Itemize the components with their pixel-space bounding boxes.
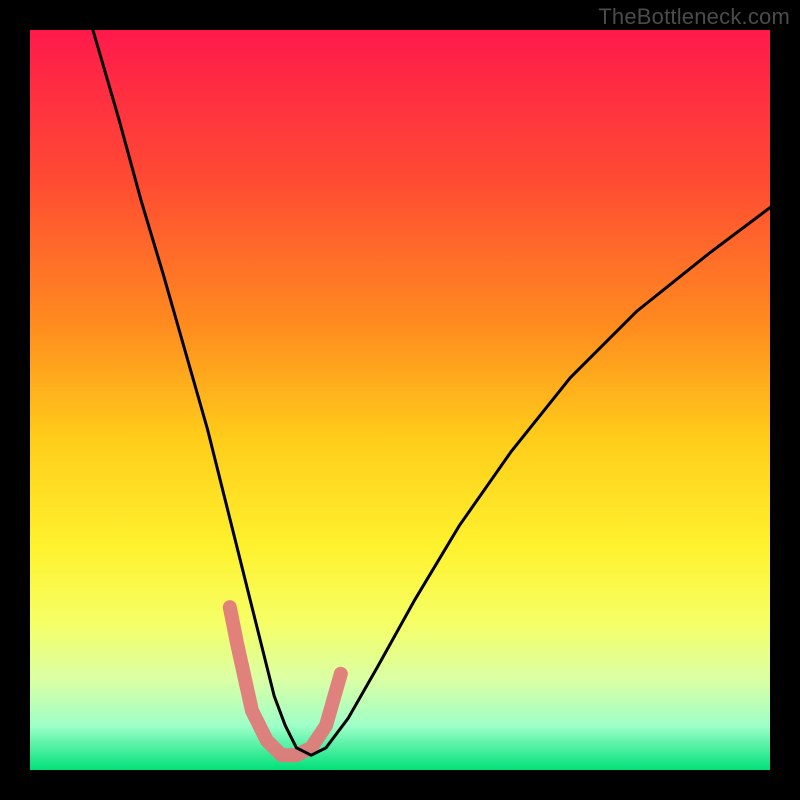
chart-frame: TheBottleneck.com xyxy=(0,0,800,800)
curve-layer xyxy=(30,30,770,770)
highlight-band xyxy=(230,607,341,755)
plot-area xyxy=(30,30,770,770)
watermark-text: TheBottleneck.com xyxy=(598,4,790,30)
bottleneck-curve xyxy=(93,30,770,755)
